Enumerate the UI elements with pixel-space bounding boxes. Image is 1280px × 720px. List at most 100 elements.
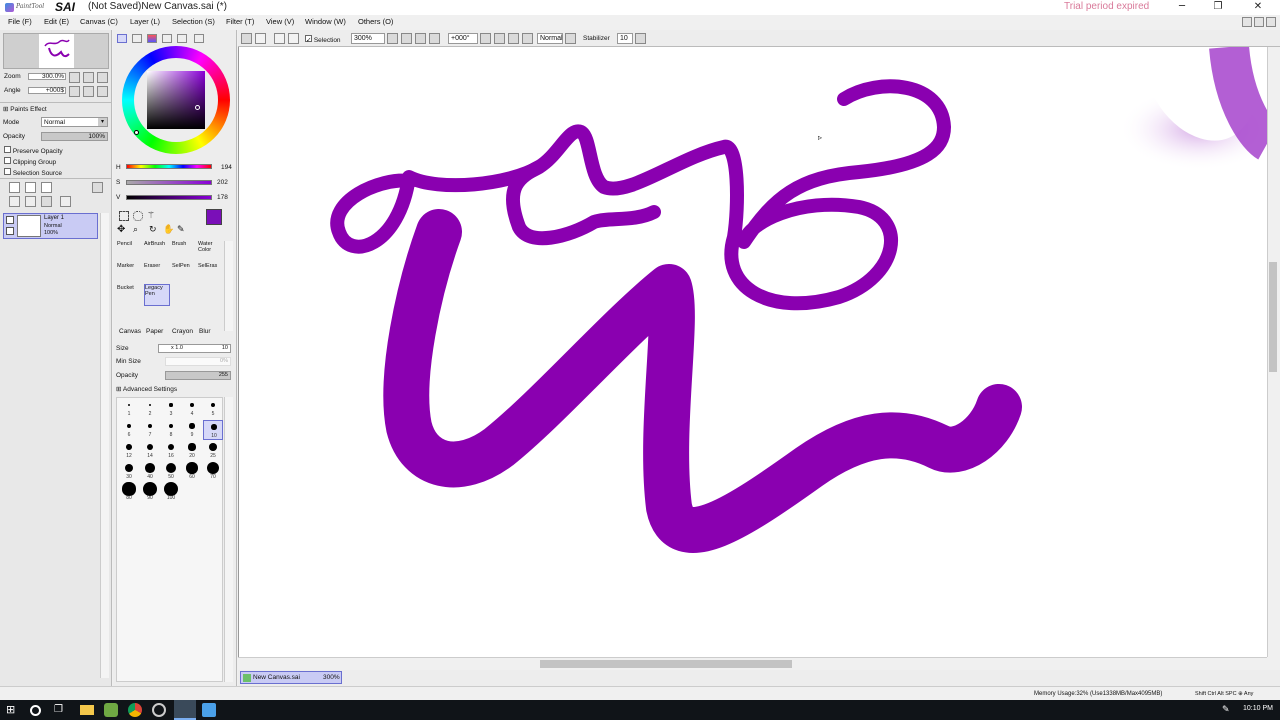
- rgb-slider-tab-icon[interactable]: [132, 34, 142, 43]
- chrome-icon[interactable]: [128, 703, 142, 717]
- mdi-minimize-button[interactable]: [1242, 17, 1252, 27]
- tool-airbrush[interactable]: AirBrush: [144, 241, 171, 262]
- menu-selection[interactable]: Selection (S): [172, 17, 215, 26]
- tool-selpen[interactable]: SelPen: [172, 263, 199, 284]
- sai-taskbar-icon[interactable]: [174, 700, 196, 720]
- primary-color-swatch[interactable]: [206, 209, 222, 225]
- tab-canvas[interactable]: Canvas: [119, 328, 141, 335]
- tool-eraser[interactable]: Eraser: [144, 263, 171, 284]
- menu-filter[interactable]: Filter (T): [226, 17, 254, 26]
- mdi-close-button[interactable]: [1266, 17, 1276, 27]
- zoom-out-button[interactable]: [69, 72, 80, 83]
- tool-watercolor[interactable]: Water Color: [198, 241, 225, 262]
- brush-size-cell[interactable]: 25: [203, 441, 223, 461]
- brush-size-cell[interactable]: 1: [119, 399, 139, 419]
- copy-layer-icon[interactable]: [9, 196, 20, 207]
- new-folder-icon[interactable]: [41, 182, 52, 193]
- mode-select[interactable]: Normal ▾: [41, 117, 108, 127]
- tool-marker[interactable]: Marker: [117, 263, 144, 284]
- color-settings-icon[interactable]: [194, 34, 204, 43]
- magic-wand-icon[interactable]: ⚚: [147, 211, 157, 221]
- app-icon-circle[interactable]: [152, 703, 166, 717]
- saturation-value-square[interactable]: [147, 71, 205, 129]
- horizontal-scrollbar[interactable]: [238, 657, 1267, 669]
- brush-size-cell[interactable]: 14: [140, 441, 160, 461]
- tool-bucket[interactable]: Bucket: [117, 285, 144, 306]
- brush-size-cell[interactable]: 3: [161, 399, 181, 419]
- blend-mode-field[interactable]: Normal: [537, 33, 563, 44]
- min-size-slider[interactable]: 0%: [165, 357, 231, 366]
- rotate-reset-button[interactable]: [97, 86, 108, 97]
- navigator-thumbnail[interactable]: [3, 33, 109, 69]
- minimize-button[interactable]: ─: [1162, 0, 1202, 15]
- advanced-settings-header[interactable]: ⊞ Advanced Settings: [116, 385, 177, 393]
- brush-size-cell[interactable]: 10: [203, 420, 223, 440]
- zoom-out-icon[interactable]: [401, 33, 412, 44]
- tab-crayon[interactable]: Crayon: [172, 328, 193, 335]
- clock[interactable]: 10:10 PM: [1243, 705, 1273, 712]
- brush-size-cell[interactable]: 100: [161, 482, 181, 503]
- layer-panel-menu-icon[interactable]: [92, 182, 103, 193]
- selection-toggle[interactable]: ✓ Selection: [305, 35, 341, 44]
- saturation-slider[interactable]: [126, 180, 212, 185]
- angle-slider[interactable]: +000$: [28, 87, 66, 94]
- scratchpad-tab-icon[interactable]: [177, 34, 187, 43]
- tab-paper[interactable]: Paper: [146, 328, 163, 335]
- brush-size-cell[interactable]: 6: [119, 420, 139, 440]
- move-icon[interactable]: ✥: [117, 224, 129, 236]
- drawing-canvas[interactable]: ▹: [238, 44, 1280, 657]
- brush-size-cell[interactable]: 2: [140, 399, 160, 419]
- redo-icon[interactable]: [255, 33, 266, 44]
- brush-size-cell[interactable]: 5: [203, 399, 223, 419]
- zoom-in-icon[interactable]: [415, 33, 426, 44]
- brush-size-cell[interactable]: 60: [182, 462, 202, 482]
- rect-select-icon[interactable]: [119, 211, 129, 221]
- menu-canvas[interactable]: Canvas (C): [80, 17, 118, 26]
- new-linework-layer-icon[interactable]: [25, 182, 36, 193]
- tool-seleras[interactable]: SelEras: [198, 263, 225, 284]
- angle-field[interactable]: +000°: [448, 33, 478, 44]
- layer-scrollbar[interactable]: [100, 213, 109, 678]
- clipping-group-checkbox[interactable]: Clipping Group: [4, 157, 56, 166]
- hsv-slider-tab-icon[interactable]: [147, 34, 157, 43]
- hue-slider[interactable]: [126, 164, 212, 169]
- brush-size-cell[interactable]: 9: [182, 420, 202, 440]
- brush-size-cell[interactable]: 8: [161, 420, 181, 440]
- brush-opacity-slider[interactable]: 255: [165, 371, 231, 380]
- rotate-reset-icon[interactable]: [522, 33, 533, 44]
- menu-layer[interactable]: Layer (L): [130, 17, 160, 26]
- mdi-restore-button[interactable]: [1254, 17, 1264, 27]
- swatches-tab-icon[interactable]: [162, 34, 172, 43]
- brush-grid-scrollbar[interactable]: [224, 397, 233, 682]
- task-view-icon[interactable]: ❐: [54, 703, 68, 717]
- tool-pencil[interactable]: Pencil: [117, 241, 144, 262]
- eyedropper-icon[interactable]: ✎: [177, 224, 189, 236]
- app-icon-blue[interactable]: [202, 703, 216, 717]
- flip-horizontal-icon[interactable]: [565, 33, 576, 44]
- zoom-field[interactable]: 300%: [351, 33, 385, 44]
- lasso-icon[interactable]: [133, 211, 143, 221]
- horizontal-scroll-thumb[interactable]: [540, 660, 792, 668]
- windows-start-icon[interactable]: ⊞: [6, 703, 20, 717]
- tab-blur[interactable]: Blur: [199, 328, 211, 335]
- zoom-reset-icon[interactable]: [429, 33, 440, 44]
- brush-size-cell[interactable]: 20: [182, 441, 202, 461]
- brush-size-cell[interactable]: 4: [182, 399, 202, 419]
- rotate-right-button[interactable]: [83, 86, 94, 97]
- color-wheel[interactable]: [122, 46, 230, 154]
- clear-layer-icon[interactable]: [41, 196, 52, 207]
- menu-others[interactable]: Others (O): [358, 17, 393, 26]
- lock-icon[interactable]: [6, 227, 14, 235]
- preserve-opacity-checkbox[interactable]: Preserve Opacity: [4, 146, 63, 155]
- merge-down-icon[interactable]: [25, 196, 36, 207]
- menu-file[interactable]: File (F): [8, 17, 32, 26]
- restore-button[interactable]: ❐: [1198, 0, 1238, 15]
- size-slider[interactable]: x 1.0 10: [158, 344, 231, 353]
- close-button[interactable]: ✕: [1238, 0, 1278, 15]
- menu-view[interactable]: View (V): [266, 17, 294, 26]
- color-picker-marker-icon[interactable]: [195, 105, 200, 110]
- color-wheel-tab-icon[interactable]: [117, 34, 127, 43]
- brush-size-cell[interactable]: 30: [119, 462, 139, 482]
- tool-legacy-pen[interactable]: Legacy Pen: [144, 284, 170, 306]
- hue-marker-icon[interactable]: [134, 130, 139, 135]
